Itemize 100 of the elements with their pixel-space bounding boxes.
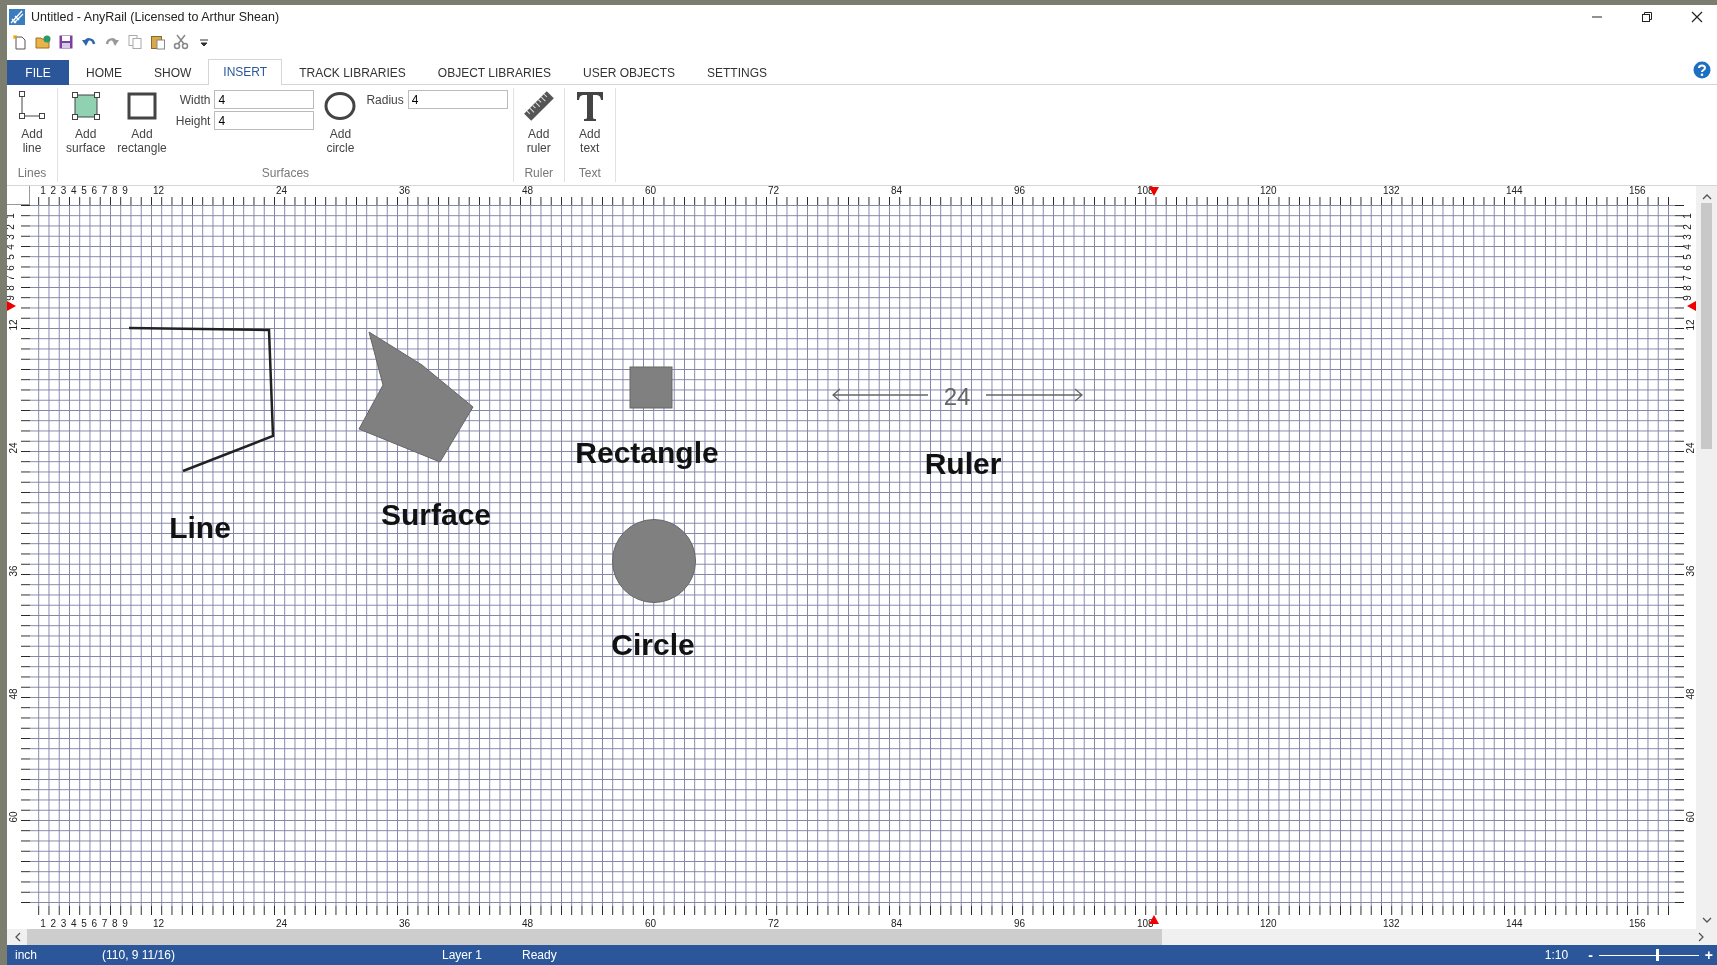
ribbon-tab[interactable]: SHOW xyxy=(139,60,207,86)
ruler-label: 12 xyxy=(1685,319,1696,331)
ruler-label: 96 xyxy=(1014,919,1026,930)
scroll-down-icon[interactable] xyxy=(1701,916,1712,925)
scrollbar-thumb[interactable] xyxy=(27,929,1162,946)
scrollbar-thumb[interactable] xyxy=(1701,203,1712,450)
ruler-label: 96 xyxy=(1014,186,1026,197)
close-icon[interactable] xyxy=(1691,11,1703,24)
ruler-label: 24 xyxy=(276,186,288,197)
ruler-label: 4 xyxy=(7,244,16,250)
input-field[interactable]: 4 xyxy=(214,90,315,110)
zoom-in-button[interactable]: + xyxy=(1700,947,1717,964)
input-field[interactable]: 4 xyxy=(214,111,315,131)
ruler-label: 36 xyxy=(1685,565,1696,577)
help-icon[interactable] xyxy=(1693,60,1711,79)
scroll-right-icon[interactable] xyxy=(1697,932,1705,943)
ruler-label: 3 xyxy=(7,234,16,240)
new-file-icon[interactable] xyxy=(12,34,28,51)
folder-icon[interactable] xyxy=(35,34,51,51)
status-text: Ready xyxy=(522,948,557,963)
position-marker-icon xyxy=(1687,301,1696,312)
file-tab[interactable]: FILE xyxy=(7,60,69,86)
restore-icon[interactable] xyxy=(1641,11,1653,24)
zoom-out-button[interactable]: - xyxy=(1584,947,1597,964)
ribbon-button[interactable]: Add ruler xyxy=(518,88,559,167)
input-field[interactable]: 4 xyxy=(407,90,508,110)
ruler-label: 48 xyxy=(8,688,19,700)
ruler-label: 2 xyxy=(50,919,57,930)
ribbon-button[interactable]: Add surface xyxy=(63,88,109,167)
slider-thumb[interactable] xyxy=(1655,949,1659,962)
ruler-label: 36 xyxy=(399,186,411,197)
ruler-label: 8 xyxy=(112,919,118,930)
scroll-up-icon[interactable] xyxy=(1701,193,1712,202)
rectangle-shape xyxy=(629,366,673,409)
ruler-label: 3 xyxy=(60,919,67,930)
ruler-label: 24 xyxy=(276,919,288,930)
ruler-label: 132 xyxy=(1383,186,1400,197)
ruler-label: 9 xyxy=(7,295,16,302)
canvas-text: Surface xyxy=(380,498,492,532)
ruler-label: 156 xyxy=(1629,186,1646,197)
ruler-label: 144 xyxy=(1506,919,1523,930)
ruler-label: 2 xyxy=(1682,223,1693,230)
ruler-label: 9 xyxy=(122,919,128,930)
ruler-label: 5 xyxy=(7,254,16,261)
ribbon-tab[interactable]: INSERT xyxy=(208,59,283,86)
group-label: Text xyxy=(577,166,602,183)
canvas-text: Rectangle xyxy=(575,436,719,470)
ruler-label: 84 xyxy=(891,186,903,197)
field-label: Width xyxy=(179,92,211,107)
ribbon-button[interactable]: Add rectangle xyxy=(114,88,170,167)
ruler-label: 24 xyxy=(1685,442,1696,454)
ribbon-tab[interactable]: OBJECT LIBRARIES xyxy=(422,60,566,86)
ruler-label: 144 xyxy=(1506,186,1523,197)
scissors-icon[interactable] xyxy=(173,34,189,51)
ribbon-tab[interactable]: TRACK LIBRARIES xyxy=(284,60,421,86)
ruler-label: 9 xyxy=(1682,295,1693,302)
ruler-label: 1 xyxy=(40,919,46,930)
ribbon-tab[interactable]: USER OBJECTS xyxy=(568,60,690,86)
group-label: Ruler xyxy=(523,166,555,183)
ruler-label: 4 xyxy=(71,919,77,930)
window-title: Untitled - AnyRail (Licensed to Arthur Shean) xyxy=(31,10,280,25)
cursor-position: (110, 9 11/16) xyxy=(101,948,176,963)
ribbon-tab[interactable]: SETTINGS xyxy=(692,60,783,86)
vertical-scrollbar[interactable] xyxy=(1696,186,1717,930)
canvas-text: Ruler xyxy=(924,447,1002,481)
ruler-label: 60 xyxy=(8,811,19,823)
ruler-label: 3 xyxy=(1682,234,1693,240)
position-marker-icon xyxy=(7,301,16,312)
group-label: Surfaces xyxy=(260,166,311,183)
paste-icon[interactable] xyxy=(150,34,166,51)
scroll-left-icon[interactable] xyxy=(14,932,22,943)
field-label: Radius xyxy=(366,92,404,107)
save-icon[interactable] xyxy=(58,34,74,51)
canvas-text: Circle xyxy=(611,628,695,662)
ruler-label: 9 xyxy=(122,186,128,197)
ruler-label: 6 xyxy=(91,919,98,930)
horizontal-scrollbar[interactable] xyxy=(7,929,1717,946)
ribbon-button[interactable]: Add circle xyxy=(320,88,361,167)
ruler-label: 5 xyxy=(81,186,87,197)
ruler-label: 48 xyxy=(522,186,534,197)
group-label: Lines xyxy=(16,166,48,183)
ruler-label: 36 xyxy=(399,919,411,930)
ruler-label: 48 xyxy=(522,919,534,930)
ruler-label: 24 xyxy=(8,442,19,454)
zoom-scale: 1:10 xyxy=(1544,948,1569,963)
ruler-label: 48 xyxy=(1685,688,1696,700)
unit-label: inch xyxy=(14,948,38,963)
ribbon-tab[interactable]: HOME xyxy=(71,60,137,86)
ruler-label: 6 xyxy=(91,186,98,197)
ruler-label: 12 xyxy=(153,919,165,930)
ruler-label: 156 xyxy=(1629,919,1646,930)
ruler-label: 120 xyxy=(1260,919,1277,930)
ruler-label: 72 xyxy=(768,919,780,930)
ribbon-button[interactable]: Add line xyxy=(12,88,52,167)
ruler-label: 36 xyxy=(8,565,19,577)
ruler-label: 6 xyxy=(7,264,16,271)
ribbon-button[interactable]: Add text xyxy=(569,88,610,167)
field-label: Height xyxy=(175,113,211,128)
layer-label: Layer 1 xyxy=(442,948,484,963)
ruler-label: 7 xyxy=(101,919,108,930)
